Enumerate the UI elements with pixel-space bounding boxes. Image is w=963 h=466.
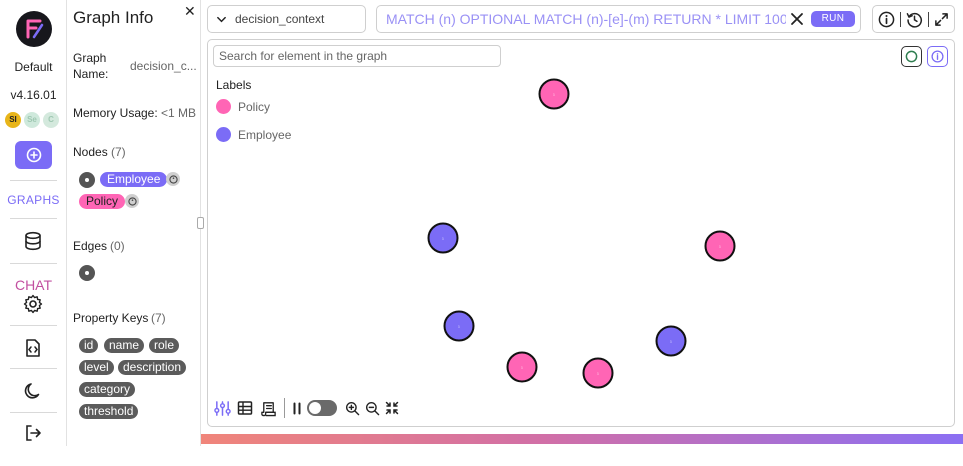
property-keys-label: Property Keys xyxy=(73,311,149,325)
moon-theme-icon[interactable] xyxy=(22,380,44,402)
graph-node-policy[interactable]: 1 xyxy=(704,230,736,262)
property-key-chip[interactable]: name xyxy=(104,338,145,353)
property-keys-count: (7) xyxy=(151,311,166,325)
property-key-chip[interactable]: role xyxy=(149,338,180,353)
user-badge-si[interactable]: SI xyxy=(5,112,21,128)
panel-resize-handle[interactable] xyxy=(197,217,204,229)
node-label-employee[interactable]: Employee xyxy=(100,172,168,187)
toolbar-group xyxy=(872,5,955,33)
graph-node-policy[interactable]: 1 xyxy=(506,351,538,383)
pause-icon[interactable] xyxy=(291,399,303,417)
legend-label: Policy xyxy=(238,99,271,114)
maximize-icon[interactable] xyxy=(933,11,950,28)
memory-usage-label: Memory Usage: xyxy=(73,106,158,120)
palette-icon[interactable] xyxy=(125,194,139,208)
edges-label: Edges xyxy=(73,239,108,253)
zoom-out-icon[interactable] xyxy=(363,399,381,417)
info-icon[interactable] xyxy=(878,11,895,28)
clear-query-icon[interactable] xyxy=(790,12,804,26)
run-query-button[interactable]: RUN xyxy=(811,11,855,27)
canvas-bottom-toolbar xyxy=(213,398,406,418)
graph-info-panel: Graph Info ✕ Graph Name: decision_c... M… xyxy=(67,0,200,446)
panel-title: Graph Info xyxy=(73,8,154,27)
graph-node-policy[interactable]: 1 xyxy=(582,357,614,389)
legend-color-dot xyxy=(216,99,231,114)
legend-color-dot xyxy=(216,127,231,142)
query-text[interactable]: MATCH (n) OPTIONAL MATCH (n)-[e]-(m) RET… xyxy=(386,11,786,27)
chevron-down-icon xyxy=(217,16,226,22)
user-badge-se[interactable]: Se xyxy=(24,112,40,128)
rail-divider xyxy=(10,180,57,181)
toolbar-divider xyxy=(928,12,929,27)
history-icon[interactable] xyxy=(906,11,923,28)
info-icon xyxy=(931,50,944,63)
bottom-gradient-bar xyxy=(201,434,963,444)
edges-count: (0) xyxy=(110,239,125,253)
graph-visualization[interactable]: 1111111 xyxy=(208,40,955,427)
falkordb-logo-icon[interactable] xyxy=(16,11,52,47)
fit-to-screen-icon[interactable] xyxy=(383,399,401,417)
add-graph-button[interactable] xyxy=(15,141,52,169)
property-key-chip[interactable]: id xyxy=(79,338,99,353)
graph-name-value: decision_c... xyxy=(130,59,197,73)
palette-icon[interactable] xyxy=(166,172,180,186)
node-info-button[interactable] xyxy=(927,46,948,67)
graph-canvas[interactable]: 1111111 Labels Policy Employee xyxy=(207,39,955,427)
graph-node-employee[interactable]: 1 xyxy=(427,222,459,254)
workspace-label: Default xyxy=(14,60,53,74)
nodes-count: (7) xyxy=(111,145,126,159)
property-key-chip[interactable]: category xyxy=(79,382,136,397)
app-window: Default v4.16.01 SI Se C GRAPHS CHAT Gra… xyxy=(0,0,963,466)
toolbar-divider xyxy=(284,398,285,418)
database-icon[interactable] xyxy=(22,230,44,252)
property-key-chip[interactable]: level xyxy=(79,360,114,375)
logout-icon[interactable] xyxy=(22,422,44,444)
rail-divider xyxy=(10,368,57,369)
query-editor[interactable]: MATCH (n) OPTIONAL MATCH (n)-[e]-(m) RET… xyxy=(376,5,861,33)
left-rail: Default v4.16.01 SI Se C GRAPHS CHAT xyxy=(0,0,67,446)
close-panel-icon[interactable]: ✕ xyxy=(184,3,196,20)
labels-legend-title: Labels xyxy=(216,78,252,92)
table-view-icon[interactable] xyxy=(236,399,254,417)
graph-name-label: Graph Name: xyxy=(73,51,109,81)
all-nodes-button[interactable] xyxy=(79,172,95,188)
chat-nav-link[interactable]: CHAT xyxy=(0,277,67,293)
legend-label: Employee xyxy=(238,127,292,142)
plus-circle-icon xyxy=(26,147,41,163)
version-label: v4.16.01 xyxy=(10,88,57,102)
circle-layout-button[interactable] xyxy=(901,46,922,67)
graph-selector-dropdown[interactable]: decision_context xyxy=(207,5,366,33)
property-key-chip[interactable]: description xyxy=(118,360,187,375)
node-label-policy[interactable]: Policy xyxy=(79,194,126,209)
zoom-in-icon[interactable] xyxy=(343,399,361,417)
all-edges-button[interactable] xyxy=(79,265,95,281)
circle-icon xyxy=(905,50,918,63)
graphs-nav-link[interactable]: GRAPHS xyxy=(0,193,67,207)
code-file-icon[interactable] xyxy=(22,337,44,359)
graph-node-employee[interactable]: 1 xyxy=(655,325,687,357)
user-badges: SI Se C xyxy=(5,112,59,128)
graph-node-employee[interactable]: 1 xyxy=(443,310,475,342)
element-search-input[interactable] xyxy=(213,45,501,67)
legend-item-policy[interactable]: Policy xyxy=(216,99,270,114)
graph-view-icon[interactable] xyxy=(213,399,231,417)
toolbar-divider xyxy=(900,12,901,27)
metadata-view-icon[interactable] xyxy=(259,399,277,417)
property-key-chip[interactable]: threshold xyxy=(79,404,139,419)
rail-divider xyxy=(10,325,57,326)
rail-divider xyxy=(10,412,57,413)
rail-divider xyxy=(10,218,57,219)
rail-divider xyxy=(10,263,57,264)
user-badge-c[interactable]: C xyxy=(43,112,59,128)
animation-toggle[interactable] xyxy=(307,400,337,416)
nodes-label: Nodes xyxy=(73,145,108,159)
memory-usage-value: <1 MB xyxy=(161,106,197,120)
legend-item-employee[interactable]: Employee xyxy=(216,127,291,142)
graph-selector-value: decision_context xyxy=(235,12,325,26)
settings-gear-icon[interactable] xyxy=(22,293,44,315)
graph-node-policy[interactable]: 1 xyxy=(538,78,570,110)
